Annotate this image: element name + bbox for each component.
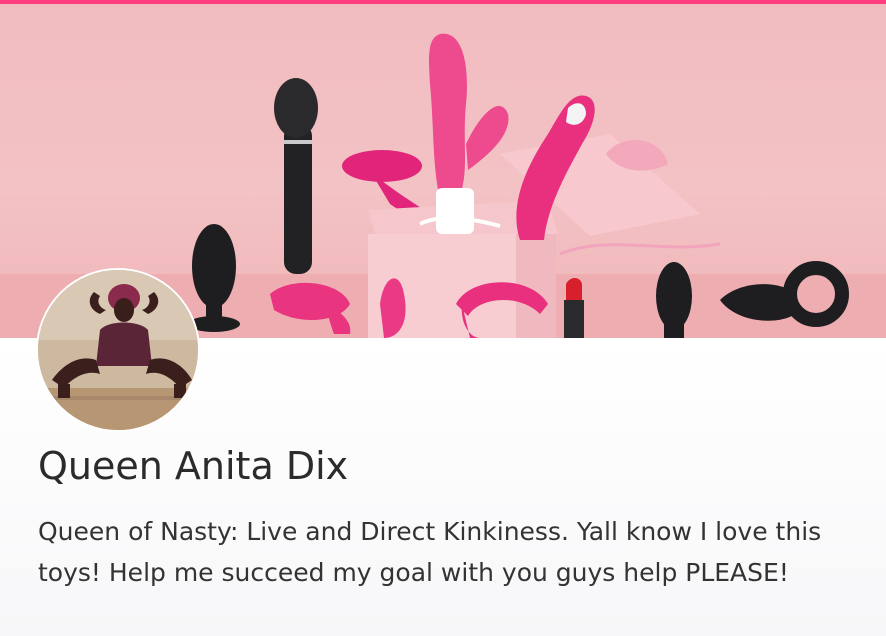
profile-avatar[interactable] xyxy=(36,268,200,432)
profile-page: Queen Anita Dix Queen of Nasty: Live and… xyxy=(0,0,886,636)
profile-name: Queen Anita Dix xyxy=(38,444,349,488)
profile-bio: Queen of Nasty: Live and Direct Kinkines… xyxy=(38,517,822,587)
avatar-photo xyxy=(38,270,198,430)
lipstick-shape xyxy=(564,278,584,338)
wand-toy-shape xyxy=(274,78,318,274)
